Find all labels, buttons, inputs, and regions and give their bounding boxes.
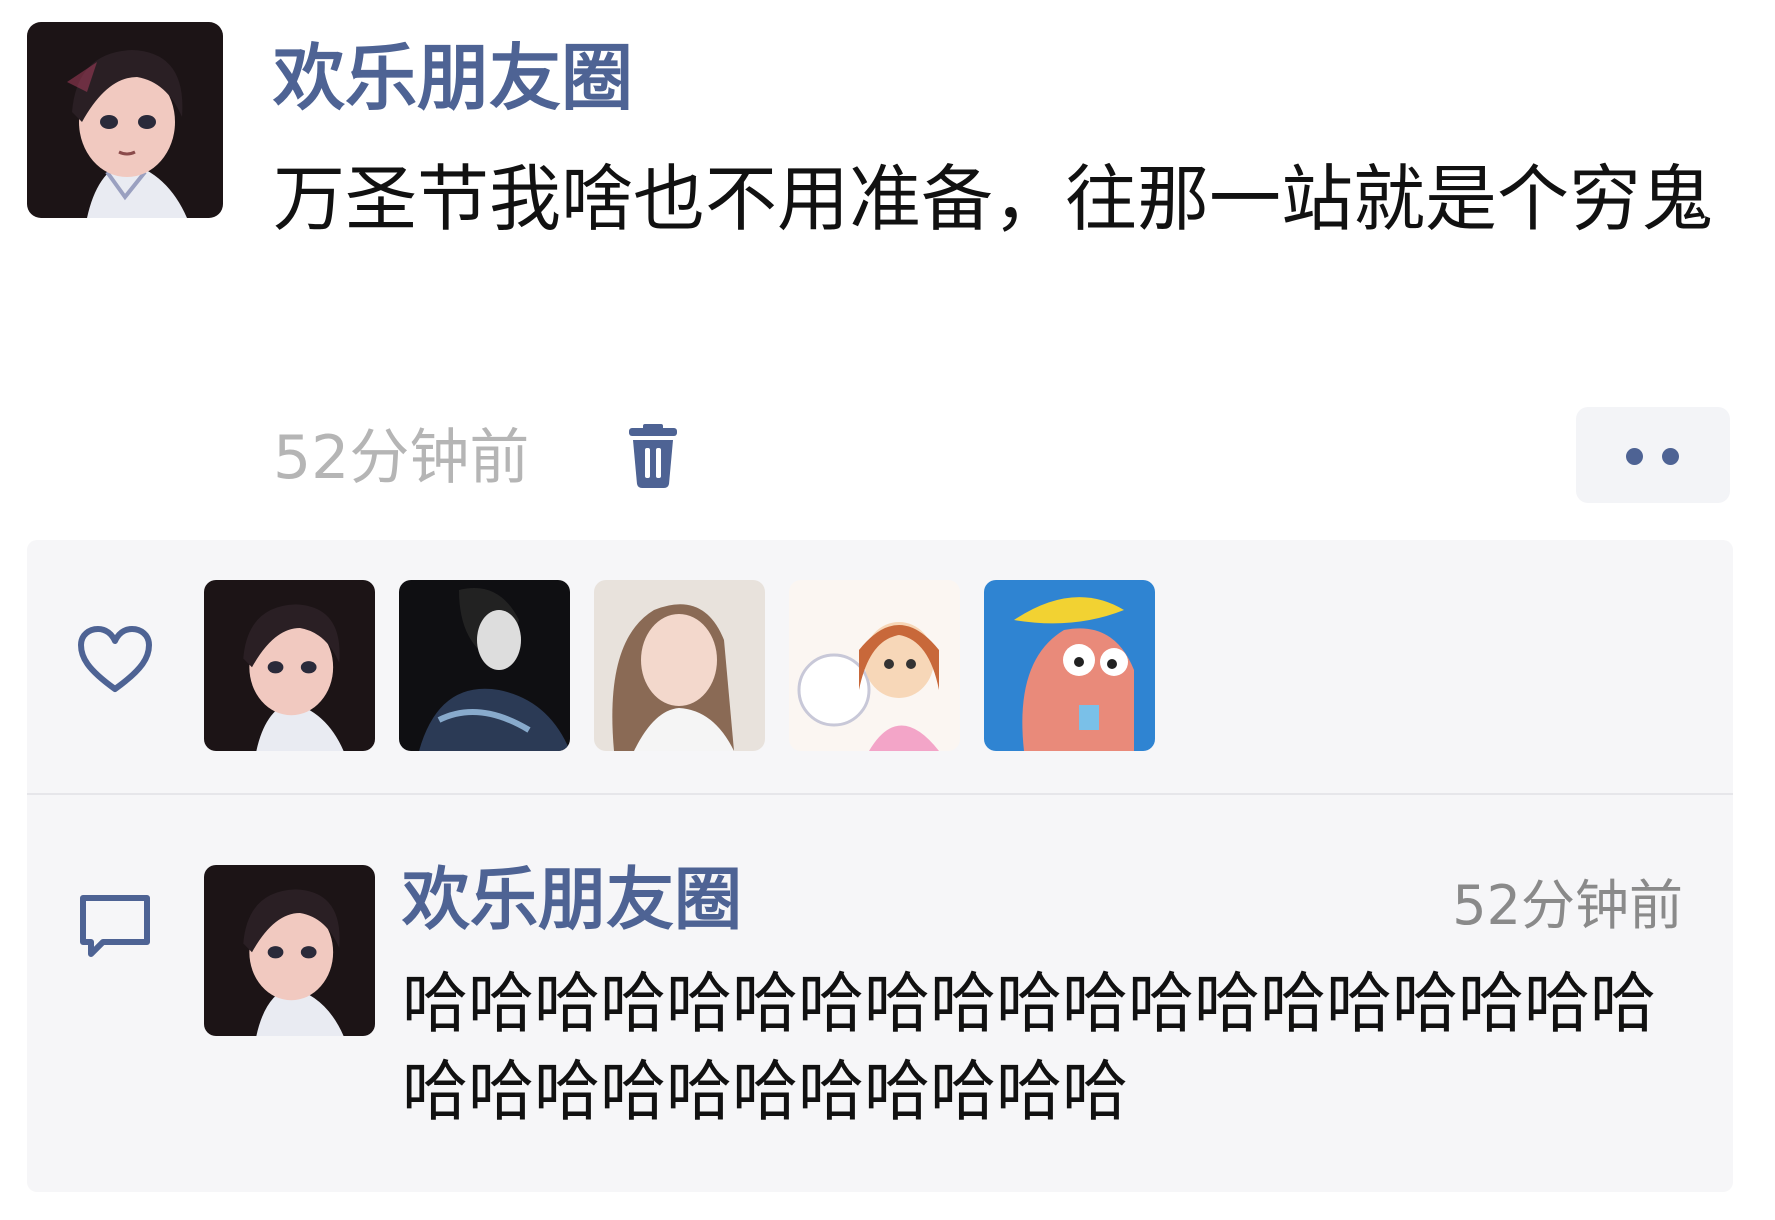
comment-text[interactable]: 哈哈哈哈哈哈哈哈哈哈哈哈哈哈哈哈哈哈哈哈哈哈哈哈哈哈哈哈哈哈 [402, 960, 1692, 1136]
commenter-avatar[interactable] [204, 865, 375, 1036]
comment-author-name[interactable]: 欢乐朋友圈 [402, 856, 742, 946]
post-text: 万圣节我啥也不用准备，往那一站就是个穷鬼 [273, 157, 1714, 241]
more-button[interactable] [1576, 407, 1730, 503]
interaction-panel: 欢乐朋友圈 52分钟前 哈哈哈哈哈哈哈哈哈哈哈哈哈哈哈哈哈哈哈哈哈哈哈哈哈哈哈哈… [27, 540, 1733, 1192]
liker-avatar-5[interactable] [984, 580, 1155, 751]
trash-icon[interactable] [625, 424, 681, 490]
liker-avatar-2[interactable] [399, 580, 570, 751]
panel-divider [27, 793, 1733, 795]
post-author-name[interactable]: 欢乐朋友圈 [273, 30, 633, 126]
liker-avatar-1[interactable] [204, 580, 375, 751]
heart-icon [77, 625, 153, 695]
comment-icon [77, 892, 153, 962]
more-dots-icon [1626, 448, 1643, 465]
comment-time: 52分钟前 [1452, 874, 1683, 937]
author-avatar[interactable] [27, 22, 223, 218]
post-time: 52分钟前 [273, 423, 530, 493]
liker-avatar-3[interactable] [594, 580, 765, 751]
liker-avatar-4[interactable] [789, 580, 960, 751]
